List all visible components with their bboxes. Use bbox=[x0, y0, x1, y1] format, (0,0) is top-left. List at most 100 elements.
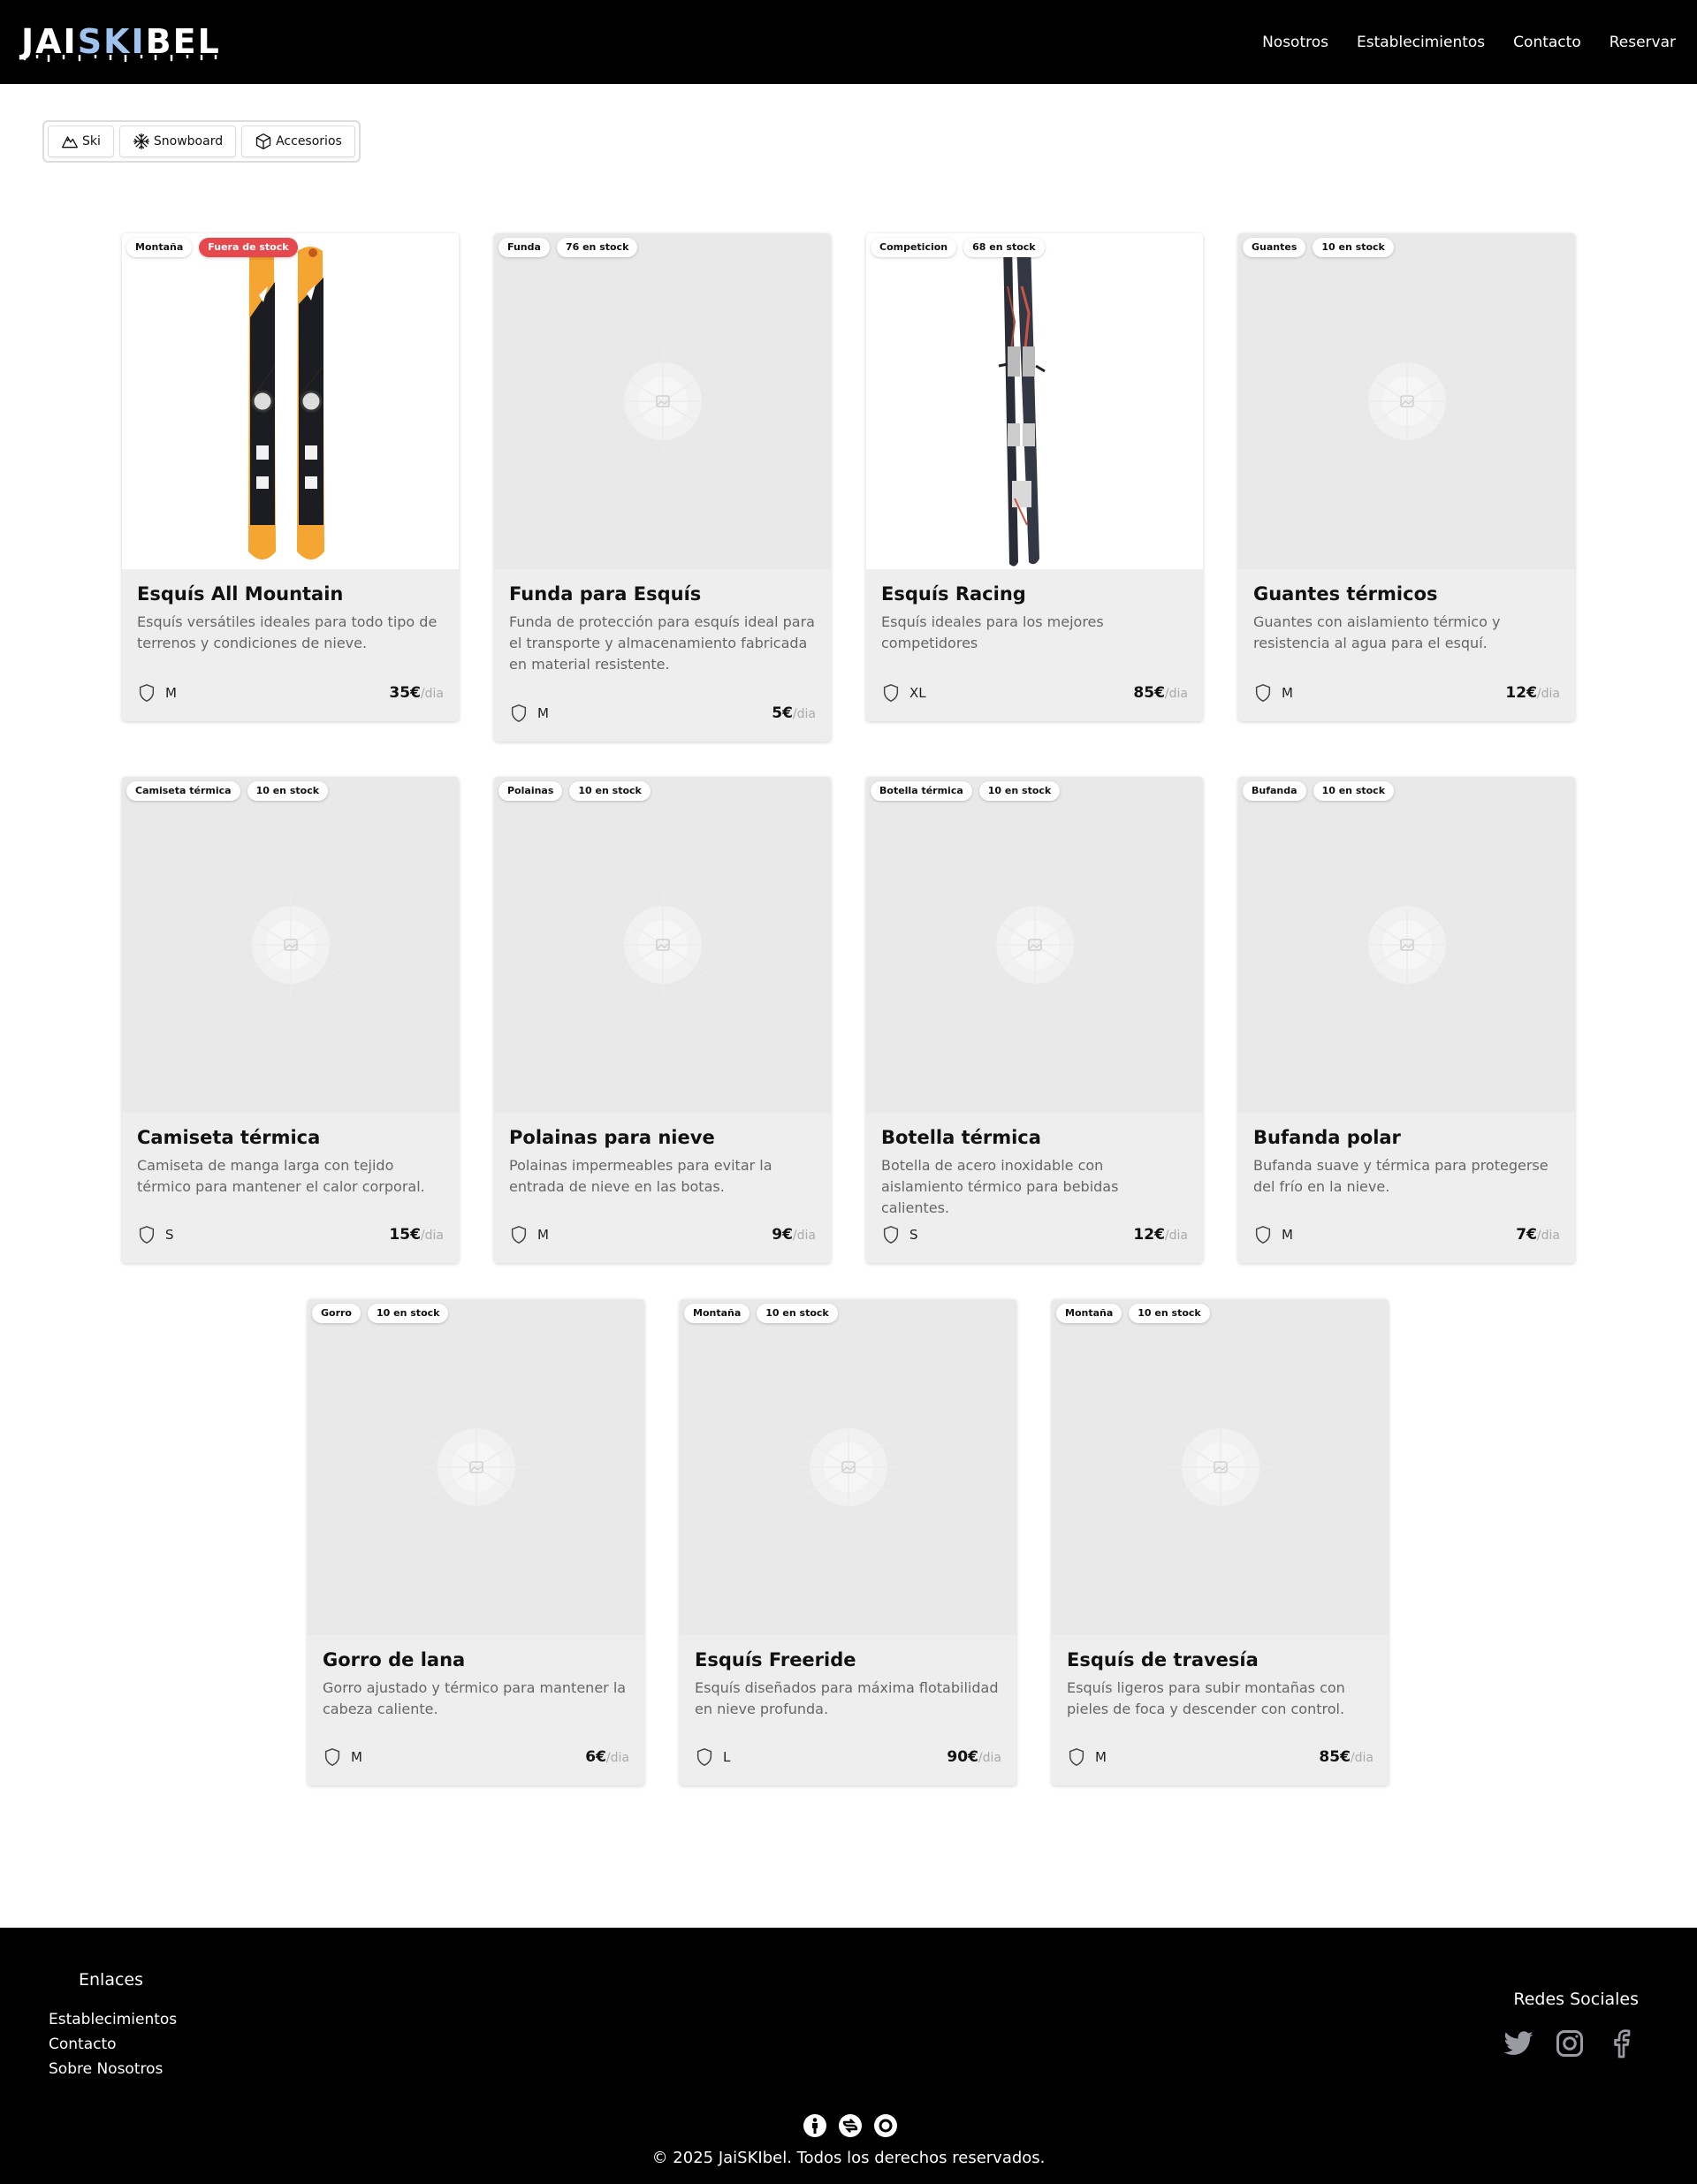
product-price: 35€/dia bbox=[389, 684, 444, 702]
price-unit: /dia bbox=[978, 1751, 1001, 1765]
mountain-icon bbox=[62, 136, 79, 148]
product-card[interactable]: Montaña 10 en stock Esquís Freeride Esqu… bbox=[680, 1299, 1016, 1785]
footer-link-establecimientos[interactable]: Establecimientos bbox=[49, 2011, 177, 2028]
product-card[interactable]: Competicion 68 en stock Esquís Racing Es… bbox=[866, 233, 1203, 721]
size-label: L bbox=[723, 1749, 731, 1765]
product-card[interactable]: Montaña Fuera de stock Esquís All Mounta… bbox=[122, 233, 459, 721]
instagram-icon[interactable] bbox=[1554, 2028, 1586, 2059]
shield-icon bbox=[511, 704, 527, 722]
nav-establecimientos[interactable]: Establecimientos bbox=[1357, 34, 1485, 51]
product-badges: Montaña 10 en stock bbox=[1056, 1304, 1210, 1323]
price-unit: /dia bbox=[792, 1229, 816, 1243]
product-title: Camiseta térmica bbox=[137, 1127, 321, 1148]
product-body: Camiseta térmica Camiseta de manga larga… bbox=[122, 1113, 459, 1198]
size-label: M bbox=[1095, 1749, 1107, 1765]
product-description: Esquís versátiles ideales para todo tipo… bbox=[137, 613, 438, 651]
stock-badge: 10 en stock bbox=[757, 1304, 838, 1323]
main-nav: Nosotros Establecimientos Contacto Reser… bbox=[1262, 0, 1676, 84]
stock-badge: 76 en stock bbox=[556, 238, 638, 257]
product-badges: Montaña 10 en stock bbox=[684, 1304, 838, 1323]
product-price: 7€/dia bbox=[1516, 1226, 1560, 1244]
product-badges: Gorro 10 en stock bbox=[312, 1304, 449, 1323]
price-value: 6€ bbox=[585, 1748, 606, 1766]
license-icons bbox=[803, 2113, 898, 2138]
product-card[interactable]: Botella térmica 10 en stock Botella térm… bbox=[866, 777, 1203, 1263]
category-filter: Ski Snowboard Accesorios bbox=[42, 120, 361, 163]
product-image: Guantes 10 en stock bbox=[1238, 233, 1575, 569]
size-label: M bbox=[1282, 1227, 1293, 1243]
footer-social-heading: Redes Sociales bbox=[1513, 1990, 1639, 2009]
ski-orange-image bbox=[248, 247, 324, 559]
category-badge: Polainas bbox=[498, 781, 563, 801]
price-value: 7€ bbox=[1516, 1226, 1537, 1244]
nav-nosotros[interactable]: Nosotros bbox=[1262, 34, 1328, 51]
product-size: M bbox=[1253, 683, 1293, 703]
category-badge: Botella térmica bbox=[871, 781, 972, 801]
price-value: 35€ bbox=[389, 684, 421, 702]
top-navbar: JAISKIBEL Nosotros Establecimientos Cont… bbox=[0, 0, 1697, 84]
product-size: M bbox=[1253, 1225, 1293, 1244]
product-card[interactable]: Gorro 10 en stock Gorro de lana Gorro aj… bbox=[308, 1299, 644, 1785]
product-title: Esquís Racing bbox=[881, 583, 1026, 605]
stock-badge: 10 en stock bbox=[1313, 781, 1395, 801]
image-placeholder-icon bbox=[422, 1414, 529, 1520]
filter-accesorios-button[interactable]: Accesorios bbox=[241, 126, 355, 157]
ski-dark-image bbox=[998, 240, 1046, 567]
product-image: Competicion 68 en stock bbox=[866, 233, 1203, 569]
image-placeholder-icon bbox=[1353, 892, 1460, 998]
product-footer: M 85€/dia bbox=[1067, 1746, 1374, 1768]
product-card[interactable]: Funda 76 en stock Funda para Esquís Fund… bbox=[494, 233, 831, 742]
shield-icon bbox=[696, 1748, 712, 1766]
nav-reservar[interactable]: Reservar bbox=[1609, 34, 1676, 51]
size-label: M bbox=[537, 1227, 549, 1243]
size-label: M bbox=[1282, 685, 1293, 701]
logo-drip-decoration bbox=[23, 55, 217, 62]
product-card[interactable]: Guantes 10 en stock Guantes térmicos Gua… bbox=[1238, 233, 1575, 721]
category-badge: Gorro bbox=[312, 1304, 361, 1323]
product-body: Guantes térmicos Guantes con aislamiento… bbox=[1238, 569, 1575, 654]
size-label: M bbox=[165, 685, 177, 701]
twitter-icon[interactable] bbox=[1503, 2028, 1534, 2059]
product-badges: Camiseta térmica 10 en stock bbox=[126, 781, 329, 801]
price-unit: /dia bbox=[1350, 1751, 1374, 1765]
image-placeholder-icon bbox=[981, 892, 1088, 998]
footer-link-sobre-nosotros[interactable]: Sobre Nosotros bbox=[49, 2060, 177, 2078]
product-description: Esquís ideales para los mejores competid… bbox=[881, 613, 1104, 651]
nav-contacto[interactable]: Contacto bbox=[1513, 34, 1581, 51]
product-description: Bufanda suave y térmica para protegerse … bbox=[1253, 1157, 1549, 1195]
product-card[interactable]: Polainas 10 en stock Polainas para nieve… bbox=[494, 777, 831, 1263]
filter-snowboard-button[interactable]: Snowboard bbox=[118, 126, 237, 157]
product-footer: M 6€/dia bbox=[323, 1746, 629, 1768]
filter-ski-button[interactable]: Ski bbox=[48, 126, 114, 157]
product-image: Montaña 10 en stock bbox=[1052, 1299, 1389, 1635]
price-unit: /dia bbox=[605, 1751, 629, 1765]
product-body: Botella térmica Botella de acero inoxida… bbox=[866, 1113, 1203, 1219]
shield-icon bbox=[1255, 1226, 1271, 1244]
product-footer: S 15€/dia bbox=[137, 1224, 444, 1245]
product-description: Guantes con aislamiento térmico y resist… bbox=[1253, 613, 1501, 651]
product-card[interactable]: Camiseta térmica 10 en stock Camiseta té… bbox=[122, 777, 459, 1263]
product-card[interactable]: Montaña 10 en stock Esquís de travesía E… bbox=[1052, 1299, 1389, 1785]
stock-badge: 10 en stock bbox=[247, 781, 329, 801]
price-value: 9€ bbox=[772, 1226, 793, 1244]
price-unit: /dia bbox=[1164, 1229, 1188, 1243]
product-size: S bbox=[881, 1225, 918, 1244]
size-label: M bbox=[351, 1749, 362, 1765]
product-title: Gorro de lana bbox=[323, 1649, 466, 1670]
facebook-icon[interactable] bbox=[1605, 2028, 1637, 2059]
product-description: Polainas impermeables para evitar la ent… bbox=[509, 1157, 772, 1195]
product-title: Bufanda polar bbox=[1253, 1127, 1401, 1148]
product-body: Polainas para nieve Polainas impermeable… bbox=[494, 1113, 831, 1198]
stock-badge: 10 en stock bbox=[1313, 238, 1394, 257]
category-badge: Camiseta térmica bbox=[126, 781, 240, 801]
category-badge: Guantes bbox=[1243, 238, 1306, 257]
stock-badge: Fuera de stock bbox=[199, 238, 298, 257]
product-price: 90€/dia bbox=[947, 1748, 1001, 1766]
shield-icon bbox=[883, 684, 899, 702]
category-badge: Competicion bbox=[871, 238, 957, 257]
product-card[interactable]: Bufanda 10 en stock Bufanda polar Bufand… bbox=[1238, 777, 1575, 1263]
product-footer: M 5€/dia bbox=[509, 703, 816, 724]
footer-link-contacto[interactable]: Contacto bbox=[49, 2036, 177, 2053]
product-body: Esquís Racing Esquís ideales para los me… bbox=[866, 569, 1203, 654]
product-footer: XL 85€/dia bbox=[881, 682, 1188, 704]
